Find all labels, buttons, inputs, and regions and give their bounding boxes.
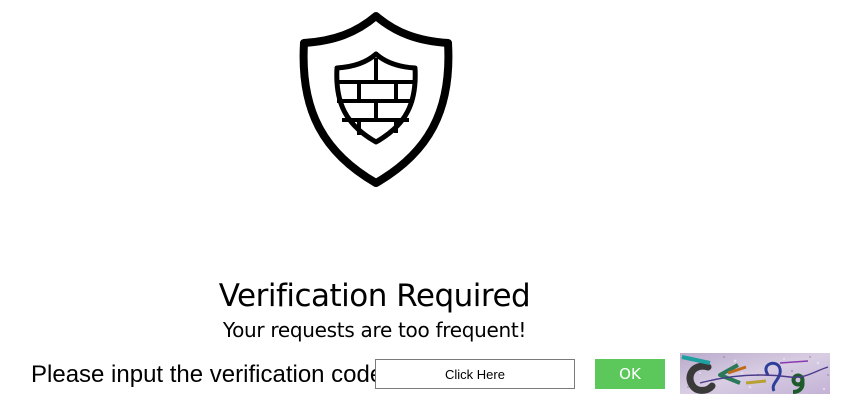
- page-subtitle: Your requests are too frequent!: [222, 318, 527, 342]
- verification-code-label: Please input the verification code:: [31, 361, 390, 388]
- ok-button[interactable]: OK: [595, 359, 665, 389]
- shield-firewall-icon: [299, 12, 453, 187]
- verification-code-input[interactable]: [375, 359, 575, 389]
- page-title: Verification Required: [218, 278, 531, 314]
- captcha-image[interactable]: [680, 353, 830, 394]
